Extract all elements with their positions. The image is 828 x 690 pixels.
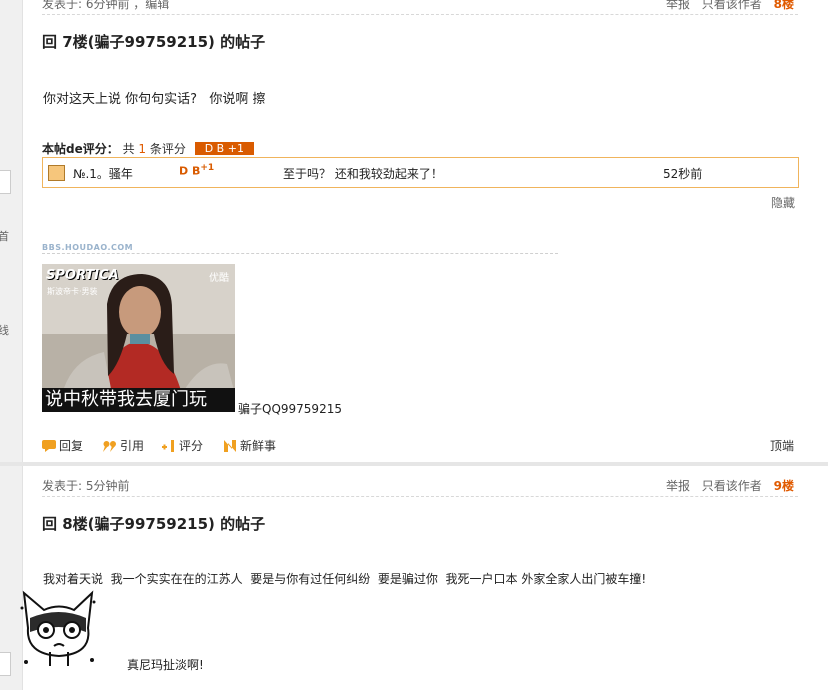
only-author-link[interactable]: 只看该作者 xyxy=(702,0,762,11)
post-text-after-emoticon: 真尼玛扯淡啊! xyxy=(127,658,204,672)
sidebar-box[interactable] xyxy=(0,170,11,194)
post-date: 发表于: 6分钟前 ，编辑 xyxy=(42,0,170,11)
floor-number[interactable]: 8楼 xyxy=(774,0,794,11)
only-author-link[interactable]: 只看该作者 xyxy=(702,479,762,493)
user-avatar-icon xyxy=(48,165,65,181)
gif-brand-sub: 斯波帝卡·男装 xyxy=(47,287,98,296)
post-meta: 发表于: 5分钟前 举报 只看该作者 9楼 xyxy=(42,474,798,497)
gif-watermark: 优酷 xyxy=(209,273,229,284)
rating-count-prefix: 共 xyxy=(122,142,135,156)
left-sidebar: 首 线 xyxy=(0,0,23,690)
fresh-label: 新鲜事 xyxy=(240,439,277,453)
rating-time: 52秒前 xyxy=(663,167,703,181)
quote-button[interactable]: 引用 xyxy=(103,437,144,454)
hide-rating-link[interactable]: 隐藏 xyxy=(771,194,795,211)
gif-caption: 说中秋带我去厦门玩 xyxy=(42,388,235,412)
quote-icon xyxy=(103,440,117,452)
post-meta: 发表于: 6分钟前 ，编辑 举报 只看该作者 8楼 xyxy=(42,0,798,15)
reply-button[interactable]: 回复 xyxy=(42,437,83,454)
post-body: 你对这天上说 你句句实话? 你说啊 擦 xyxy=(43,92,266,107)
signature-site: BBS.HOUDAO.COM xyxy=(42,243,134,252)
post-actions: 回复 引用 评分 新鲜事 顶端 xyxy=(42,435,798,455)
post-title: 回 8楼(骗子99759215) 的帖子 xyxy=(42,515,266,533)
rating-list: №.1。骚年 D B+1 至于吗？ 还和我较劲起来了！ 52秒前 xyxy=(42,157,799,188)
rating-count-suffix: 条评分 xyxy=(149,142,186,156)
sidebar-char: 首 xyxy=(0,230,9,243)
back-to-top-link[interactable]: 顶端 xyxy=(770,437,794,454)
fresh-button[interactable]: 新鲜事 xyxy=(223,437,276,454)
cat-emoticon-image xyxy=(20,588,98,668)
post-meta-actions: 举报 只看该作者 9楼 xyxy=(658,477,794,494)
rating-header: 本帖de评分： 共 1 条评分 D B +1 xyxy=(42,140,254,157)
report-link[interactable]: 举报 xyxy=(666,0,690,11)
post-meta-actions: 举报 只看该作者 8楼 xyxy=(658,0,794,12)
post-title: 回 7楼(骗子99759215) 的帖子 xyxy=(42,33,266,51)
post-date: 发表于: 5分钟前 xyxy=(42,479,130,493)
signature-divider xyxy=(42,253,558,254)
gif-brand: SPORTICA xyxy=(46,268,119,283)
rate-label: 评分 xyxy=(179,439,204,453)
post-text-after-image: 骗子QQ99759215 xyxy=(238,402,342,416)
rating-user[interactable]: №.1。骚年 xyxy=(73,165,133,182)
news-icon xyxy=(223,440,237,452)
rating-count: 1 xyxy=(138,142,147,156)
reply-icon xyxy=(42,440,56,452)
rating-reason: 至于吗？ 还和我较劲起来了！ xyxy=(283,167,443,181)
post-body: 我对着天说 我一个实实在在的江苏人 要是与你有过任何纠纷 要是骗过你 我死一户口… xyxy=(43,572,647,586)
sidebar-box[interactable] xyxy=(0,652,11,676)
rating-label: 本帖de评分： xyxy=(42,142,119,156)
rating-badge: D B +1 xyxy=(194,142,254,155)
rating-score-plus: +1 xyxy=(200,163,215,173)
plus-one-icon xyxy=(162,440,176,452)
rating-score: D B+1 xyxy=(179,163,214,178)
cat-emoticon-drawing xyxy=(20,590,96,666)
report-link[interactable]: 举报 xyxy=(666,479,690,493)
floor-number[interactable]: 9楼 xyxy=(774,479,794,493)
reply-label: 回复 xyxy=(59,439,84,453)
post-floor-8: 发表于: 6分钟前 ，编辑 举报 只看该作者 8楼 回 7楼(骗子9975921… xyxy=(23,0,828,462)
rate-button[interactable]: 评分 xyxy=(162,437,203,454)
animated-gif-image: SPORTICA 斯波帝卡·男装 优酷 说中秋带我去厦门玩 xyxy=(42,264,235,412)
sidebar-char: 线 xyxy=(0,324,9,337)
rating-score-label: D B xyxy=(179,164,201,178)
quote-label: 引用 xyxy=(120,439,145,453)
